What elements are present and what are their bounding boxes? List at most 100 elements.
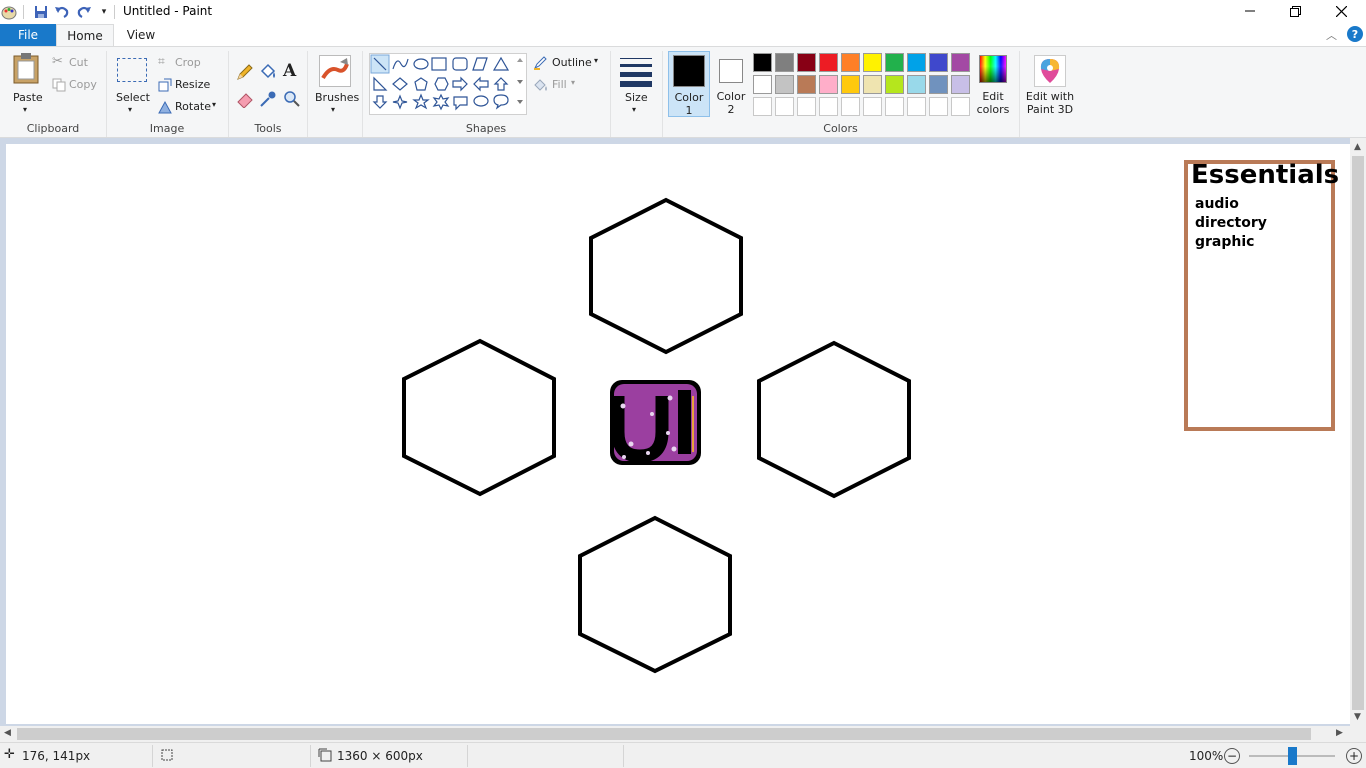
palette-swatch[interactable] bbox=[775, 97, 794, 116]
shapes-gallery-icons[interactable] bbox=[370, 54, 526, 114]
image-size: 1360 × 600px bbox=[337, 749, 423, 763]
drawing-canvas[interactable] bbox=[6, 144, 1350, 724]
scroll-up-icon[interactable]: ▲ bbox=[1354, 142, 1361, 152]
zoom-slider-thumb[interactable] bbox=[1288, 747, 1297, 765]
pencil-icon[interactable] bbox=[236, 63, 254, 81]
chevron-down-icon: ▾ bbox=[571, 78, 576, 87]
paint-window: ▾ Untitled - Paint File Home View ︿ ? Pa… bbox=[0, 0, 1366, 768]
palette-swatch[interactable] bbox=[907, 53, 926, 72]
paste-label: Paste bbox=[13, 91, 43, 104]
hexagon-left bbox=[402, 338, 556, 497]
scroll-left-icon[interactable]: ◀ bbox=[4, 728, 11, 738]
palette-swatch[interactable] bbox=[863, 97, 882, 116]
palette-swatch[interactable] bbox=[775, 75, 794, 94]
palette-swatch[interactable] bbox=[863, 75, 882, 94]
rotate-button[interactable]: Rotate ▾ bbox=[158, 98, 222, 116]
cursor-position: 176, 141px bbox=[22, 749, 91, 763]
zoom-in-button[interactable]: + bbox=[1346, 748, 1362, 764]
tab-view[interactable]: View bbox=[118, 24, 164, 46]
eraser-icon[interactable] bbox=[236, 90, 254, 109]
size-line-icon bbox=[620, 64, 652, 67]
crop-button[interactable]: ⌗ Crop bbox=[158, 54, 218, 72]
color-picker-icon[interactable] bbox=[259, 90, 277, 108]
essentials-title: Essentials bbox=[1191, 160, 1340, 190]
horizontal-scroll-thumb[interactable] bbox=[17, 728, 1311, 740]
copy-button[interactable]: Copy bbox=[52, 76, 106, 94]
hexagon-bottom bbox=[578, 515, 732, 674]
edit-colors-button[interactable]: Edit colors bbox=[974, 51, 1012, 117]
select-button[interactable]: Select ▾ bbox=[113, 51, 151, 117]
zoom-out-button[interactable]: − bbox=[1224, 748, 1240, 764]
palette-swatch[interactable] bbox=[951, 75, 970, 94]
help-icon[interactable]: ? bbox=[1347, 26, 1363, 42]
outline-button[interactable]: Outline ▾ bbox=[533, 54, 605, 72]
tab-file[interactable]: File bbox=[0, 24, 56, 46]
palette-swatch[interactable] bbox=[885, 97, 904, 116]
minimize-button[interactable] bbox=[1227, 0, 1273, 22]
canvas-workarea bbox=[0, 138, 1366, 726]
title-bar: ▾ Untitled - Paint bbox=[0, 0, 1366, 24]
palette-swatch[interactable] bbox=[797, 97, 816, 116]
save-icon[interactable] bbox=[32, 3, 50, 21]
palette-swatch[interactable] bbox=[907, 75, 926, 94]
palette-swatch[interactable] bbox=[841, 75, 860, 94]
redo-icon[interactable] bbox=[75, 3, 93, 21]
palette-swatch[interactable] bbox=[819, 53, 838, 72]
palette-swatch[interactable] bbox=[819, 97, 838, 116]
color2-button[interactable]: Color 2 bbox=[712, 51, 750, 117]
horizontal-scrollbar[interactable]: ◀ ▶ bbox=[0, 726, 1366, 742]
outline-label: Outline bbox=[552, 56, 592, 69]
resize-button[interactable]: Resize bbox=[158, 76, 218, 94]
divider bbox=[152, 745, 153, 767]
fill-button[interactable]: Fill ▾ bbox=[533, 76, 605, 94]
paint-app-icon[interactable] bbox=[0, 3, 18, 21]
rotate-label: Rotate bbox=[175, 100, 212, 113]
edit-with-paint3d-button[interactable]: Edit with Paint 3D bbox=[1022, 51, 1078, 117]
text-tool-icon[interactable]: A bbox=[283, 61, 296, 81]
cut-label: Cut bbox=[69, 56, 88, 69]
size-button[interactable]: Size ▾ bbox=[616, 51, 656, 117]
palette-swatch[interactable] bbox=[753, 75, 772, 94]
palette-swatch[interactable] bbox=[775, 53, 794, 72]
palette-swatch[interactable] bbox=[753, 97, 772, 116]
restore-button[interactable] bbox=[1272, 0, 1318, 22]
palette-swatch[interactable] bbox=[885, 75, 904, 94]
color1-button[interactable]: Color 1 bbox=[668, 51, 710, 117]
palette-swatch[interactable] bbox=[797, 53, 816, 72]
essentials-item-audio: audio bbox=[1195, 196, 1239, 212]
undo-icon[interactable] bbox=[53, 3, 71, 21]
palette-swatch[interactable] bbox=[929, 97, 948, 116]
vertical-scrollbar[interactable]: ▲ ▼ bbox=[1350, 138, 1366, 726]
palette-swatch[interactable] bbox=[907, 97, 926, 116]
customize-toolbar-icon[interactable]: ▾ bbox=[95, 3, 113, 21]
palette-swatch[interactable] bbox=[753, 53, 772, 72]
vertical-scroll-thumb[interactable] bbox=[1352, 156, 1364, 710]
ribbon: Paste ▾ ✂ Cut Copy Clipboard Select ▾ ⌗ … bbox=[0, 46, 1366, 138]
palette-swatch[interactable] bbox=[951, 97, 970, 116]
zoom-level: 100% bbox=[1189, 749, 1224, 763]
palette-swatch[interactable] bbox=[885, 53, 904, 72]
collapse-ribbon-icon[interactable]: ︿ bbox=[1326, 27, 1337, 43]
image-size-icon bbox=[318, 748, 332, 765]
palette-swatch[interactable] bbox=[929, 75, 948, 94]
palette-swatch[interactable] bbox=[819, 75, 838, 94]
brushes-button[interactable]: Brushes ▾ bbox=[313, 51, 359, 117]
palette-swatch[interactable] bbox=[929, 53, 948, 72]
palette-swatch[interactable] bbox=[841, 97, 860, 116]
palette-swatch[interactable] bbox=[863, 53, 882, 72]
palette-swatch[interactable] bbox=[841, 53, 860, 72]
tab-home[interactable]: Home bbox=[56, 24, 114, 46]
window-title: Untitled - Paint bbox=[123, 4, 213, 18]
magnifier-icon[interactable] bbox=[283, 90, 301, 108]
scroll-right-icon[interactable]: ▶ bbox=[1336, 728, 1343, 738]
cut-button[interactable]: ✂ Cut bbox=[52, 54, 106, 72]
scroll-down-icon[interactable]: ▼ bbox=[1354, 712, 1361, 722]
color1-label: Color 1 bbox=[674, 91, 704, 117]
palette-swatch[interactable] bbox=[797, 75, 816, 94]
close-button[interactable] bbox=[1318, 0, 1364, 22]
size-line-icon bbox=[620, 58, 652, 59]
palette-swatch[interactable] bbox=[951, 53, 970, 72]
fill-bucket-icon[interactable] bbox=[259, 63, 277, 81]
paste-button[interactable]: Paste ▾ bbox=[6, 51, 48, 117]
paint3d-icon bbox=[1034, 55, 1066, 87]
